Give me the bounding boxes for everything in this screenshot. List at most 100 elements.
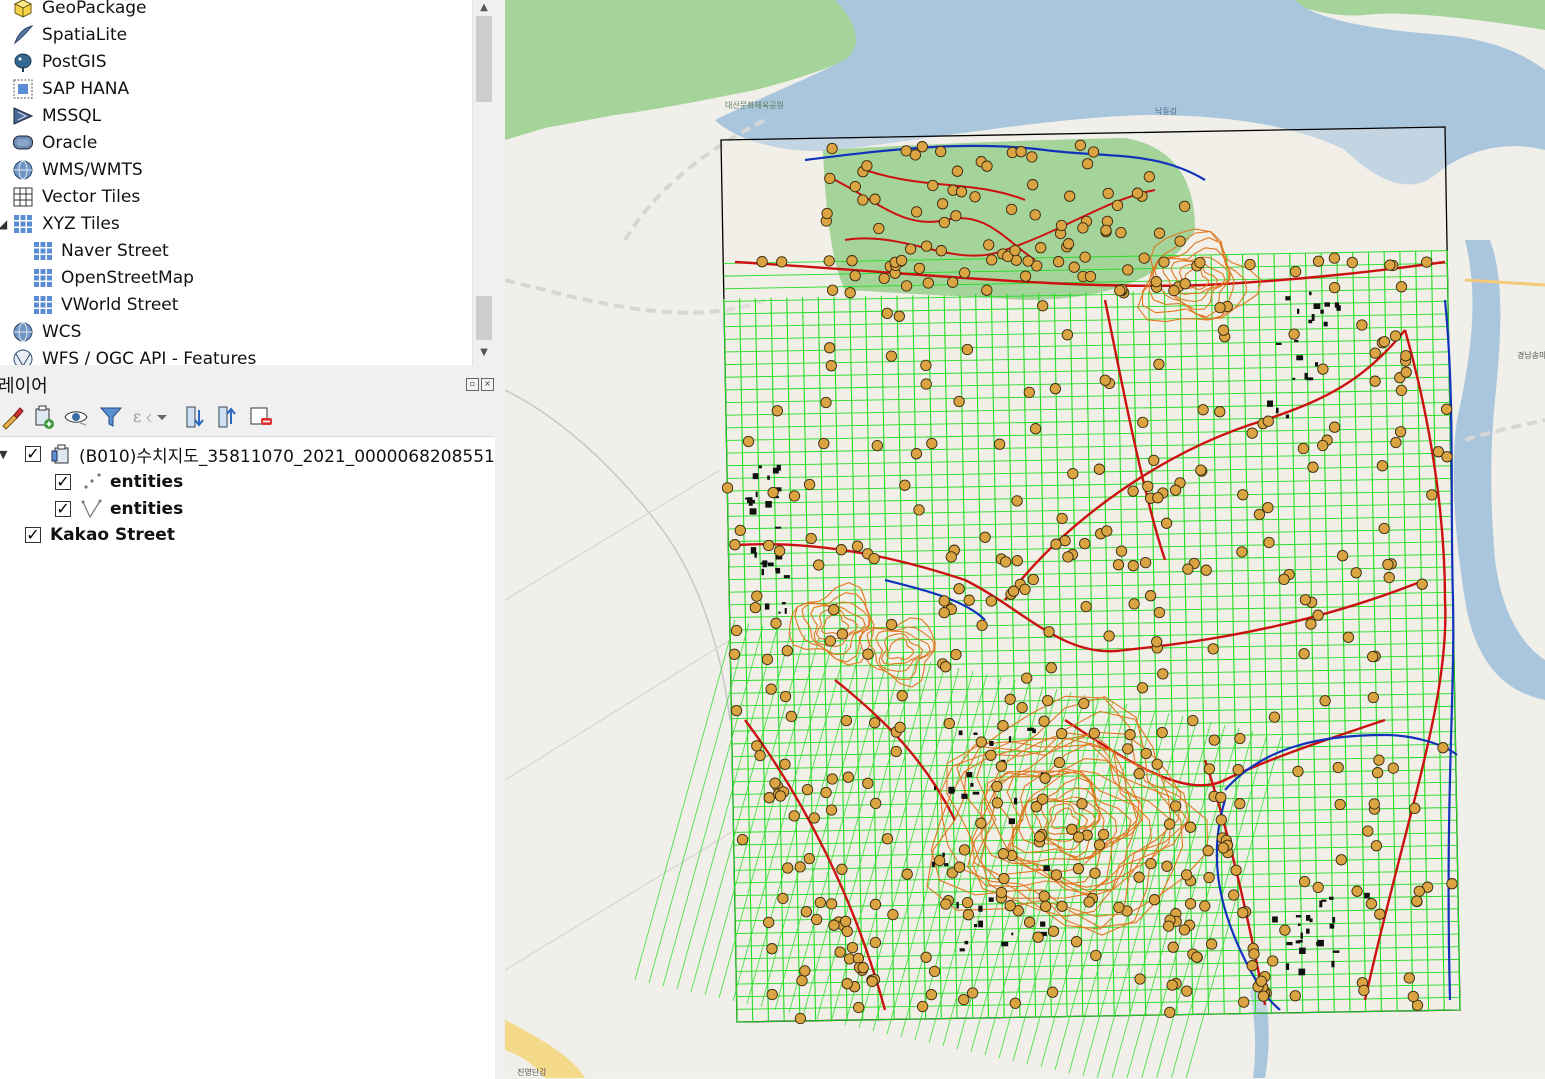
point-feature <box>820 786 832 799</box>
point-feature <box>1101 525 1113 537</box>
point-feature <box>801 783 814 796</box>
point-feature <box>1131 187 1144 199</box>
browser-scrollbar[interactable]: ▲ ▼ <box>472 0 495 365</box>
point-feature <box>1237 907 1249 919</box>
wfs-globe-icon <box>13 349 33 365</box>
point-feature <box>1050 538 1062 550</box>
building-block <box>1295 915 1302 918</box>
point-feature <box>1255 975 1267 987</box>
building-block <box>778 611 781 614</box>
point-feature <box>851 540 864 552</box>
point-feature <box>763 916 775 929</box>
point-feature <box>824 172 836 185</box>
point-feature <box>995 760 1008 772</box>
point-feature <box>1045 662 1057 674</box>
undock-icon[interactable]: ▫ <box>466 378 479 391</box>
browser-item-vector-tiles[interactable]: Vector Tiles <box>0 183 472 210</box>
point-feature <box>986 254 998 266</box>
point-feature <box>1237 489 1249 501</box>
spatialite-icon <box>14 24 34 44</box>
layer-row-points[interactable]: ✓ entities <box>0 469 495 495</box>
browser-item-label: GeoPackage <box>42 0 147 18</box>
point-feature <box>1413 885 1425 897</box>
layer-row-lines[interactable]: ✓ entities <box>0 496 495 522</box>
point-feature <box>803 478 816 491</box>
layer-group-row[interactable]: ▼ ✓ (B010)수치지도_35811070_2021_00000682085… <box>0 441 506 467</box>
point-feature <box>1203 871 1215 884</box>
scrollbar-thumb[interactable] <box>476 16 492 102</box>
scroll-down-arrow-icon[interactable]: ▼ <box>473 345 495 361</box>
add-group-icon[interactable] <box>30 404 56 430</box>
point-feature <box>1007 585 1020 597</box>
building-block <box>1316 941 1319 946</box>
remove-layer-icon[interactable] <box>248 404 274 430</box>
point-feature <box>920 240 933 252</box>
collapse-arrow-icon[interactable]: ▼ <box>0 448 7 461</box>
point-feature <box>1335 854 1347 866</box>
map-svg[interactable]: 대산문화체육공원 낙동강 경남송마 진영단감 <box>505 0 1545 1078</box>
close-icon[interactable]: × <box>481 378 494 391</box>
wcs-globe-icon <box>13 322 33 341</box>
map-canvas[interactable]: 대산문화체육공원 낙동강 경남송마 진영단감 <box>505 0 1545 1078</box>
point-feature <box>958 267 971 279</box>
building-block <box>956 901 959 909</box>
point-feature <box>1083 896 1095 908</box>
browser-item-vworld-street[interactable]: VWorld Street <box>0 291 472 318</box>
sap-hana-icon <box>13 79 33 98</box>
browser-item-geopackage[interactable]: GeoPackage <box>0 0 472 21</box>
layer-row-basemap[interactable]: ✓ Kakao Street <box>0 522 495 548</box>
point-feature <box>1050 869 1063 881</box>
point-feature <box>1056 900 1068 912</box>
point-feature <box>1156 726 1168 739</box>
style-manager-brush-icon[interactable] <box>0 404 26 430</box>
scrollbar-track-segment[interactable] <box>476 296 492 340</box>
browser-item-wms-wmts[interactable]: WMS/WMTS <box>0 156 472 183</box>
building-block <box>765 501 772 508</box>
browser-item-naver-street[interactable]: Naver Street <box>0 237 472 264</box>
point-feature <box>940 898 952 910</box>
building-block <box>1306 928 1310 934</box>
point-feature <box>1100 224 1112 236</box>
point-feature <box>938 216 951 229</box>
xyz-tile-icon <box>34 268 52 287</box>
point-feature <box>1127 560 1139 572</box>
expression-filter-icon[interactable]: ε <box>130 404 156 430</box>
point-feature <box>1395 384 1408 397</box>
browser-item-postgis[interactable]: PostGIS <box>0 48 472 75</box>
point-feature <box>763 539 775 552</box>
layer-checkbox[interactable]: ✓ <box>55 501 71 517</box>
browser-item-spatialite[interactable]: SpatiaLite <box>0 21 472 48</box>
expand-all-icon[interactable] <box>183 404 209 430</box>
building-block <box>760 562 763 565</box>
browser-item-wcs[interactable]: WCS <box>0 318 472 345</box>
layer-group-checkbox[interactable]: ✓ <box>25 446 41 462</box>
filter-icon[interactable] <box>98 404 124 430</box>
visibility-eye-icon[interactable] <box>63 404 89 430</box>
point-feature <box>1115 226 1127 239</box>
collapse-arrow-icon[interactable]: ◢ <box>0 217 7 231</box>
point-feature <box>1134 973 1146 985</box>
collapse-all-icon[interactable] <box>215 404 241 430</box>
point-feature <box>841 978 853 990</box>
wms-globe-icon <box>13 160 33 179</box>
browser-item-oracle[interactable]: Oracle <box>0 129 472 156</box>
layer-label: entities <box>110 472 184 492</box>
building-block <box>776 464 781 471</box>
browser-item-mssql[interactable]: MSSQL <box>0 102 472 129</box>
browser-item-wfs[interactable]: WFS / OGC API - Features <box>0 345 472 365</box>
dropdown-arrow-icon[interactable] <box>155 404 169 430</box>
building-block <box>767 562 774 567</box>
browser-item-xyz-tiles[interactable]: ◢ XYZ Tiles <box>0 210 472 237</box>
point-feature <box>993 438 1006 450</box>
building-block <box>1298 968 1306 976</box>
browser-item-sap-hana[interactable]: SAP HANA <box>0 75 472 102</box>
point-feature <box>1026 151 1038 163</box>
point-feature <box>1157 668 1169 680</box>
scroll-up-arrow-icon[interactable]: ▲ <box>473 0 495 16</box>
point-feature <box>1441 451 1453 463</box>
layer-checkbox[interactable]: ✓ <box>55 474 71 490</box>
point-feature <box>742 435 755 448</box>
point-feature <box>1128 598 1140 610</box>
browser-item-openstreetmap[interactable]: OpenStreetMap <box>0 264 472 291</box>
layer-checkbox[interactable]: ✓ <box>25 527 41 543</box>
